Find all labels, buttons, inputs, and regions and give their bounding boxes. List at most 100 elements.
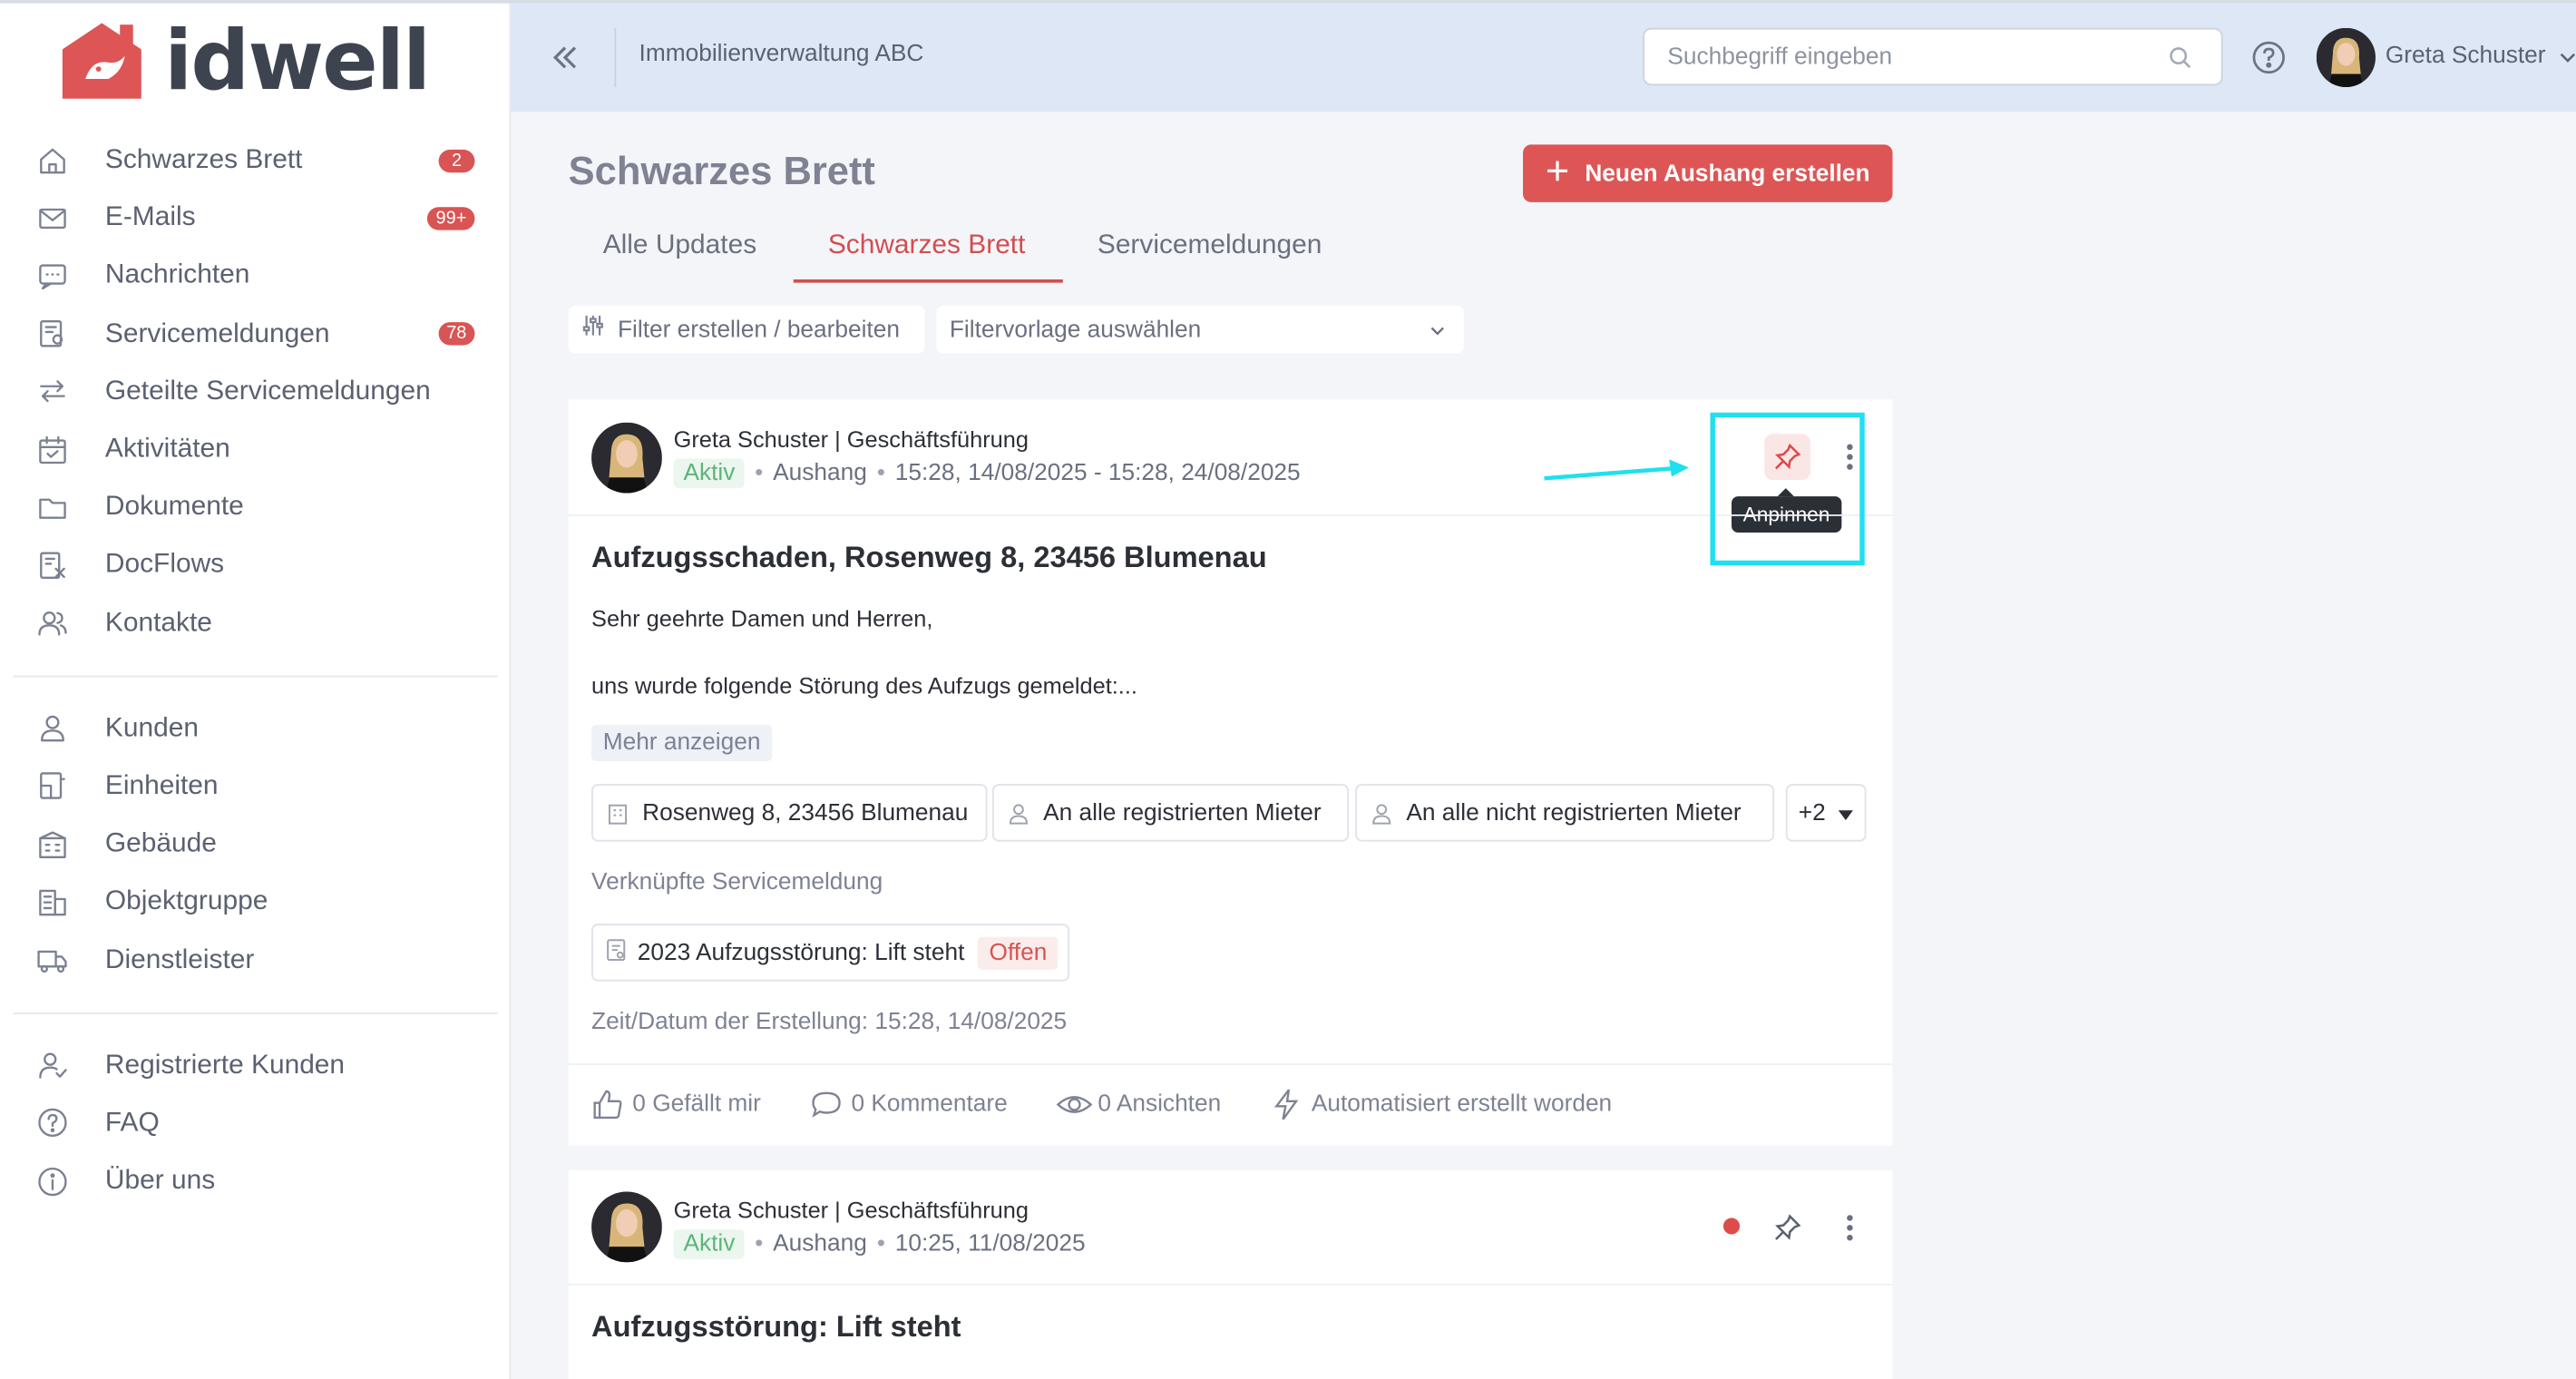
sidebar-item-nachrichten[interactable]: Nachrichten — [0, 247, 511, 305]
meta-separator: • — [876, 460, 885, 487]
docflow-icon — [36, 549, 69, 582]
pin-icon — [1775, 1214, 1801, 1240]
logo-text: idwell — [164, 13, 431, 109]
logo[interactable]: idwell — [59, 13, 431, 109]
author-avatar[interactable] — [591, 1191, 662, 1263]
recipient-chip-unregistered[interactable]: An alle nicht registrierten Mieter — [1355, 784, 1775, 842]
like-button[interactable]: 0 Gefällt mir — [591, 1088, 761, 1120]
share-arrows-icon — [36, 376, 69, 408]
sidebar-item-kunden[interactable]: Kunden — [0, 699, 511, 758]
post-time: 10:25, 11/08/2025 — [894, 1230, 1086, 1257]
post-type: Aushang — [773, 1230, 867, 1257]
post-author: Greta Schuster | Geschäftsführung — [673, 425, 1029, 453]
user-icon — [1007, 801, 1029, 824]
filter-edit-button[interactable]: Filter erstellen / bearbeiten — [568, 305, 925, 354]
linked-service-title: 2023 Aufzugsstörung: Lift steht — [637, 939, 965, 966]
tab-bulletin-board[interactable]: Schwarzes Brett — [828, 230, 1026, 261]
new-notice-label: Neuen Aushang erstellen — [1585, 160, 1870, 187]
sidebar-item-objektgruppe[interactable]: Objektgruppe — [0, 873, 511, 931]
sidebar-item-einheiten[interactable]: Einheiten — [0, 758, 511, 816]
sidebar-item-label: Registrierte Kunden — [104, 1050, 346, 1080]
sidebar-item-dienstleister[interactable]: Dienstleister — [0, 931, 511, 989]
more-recipients-count: +2 — [1798, 799, 1826, 826]
post-type: Aushang — [773, 460, 867, 487]
sidebar-nav: Schwarzes Brett 2 E-Mails 99+ Nachrichten Ser… — [0, 132, 511, 1210]
show-more-button[interactable]: Mehr anzeigen — [591, 724, 773, 761]
sidebar-item-registrierte-kunden[interactable]: Registrierte Kunden — [0, 1037, 511, 1095]
comment-button[interactable]: 0 Kommentare — [810, 1088, 1008, 1120]
registered-user-icon — [36, 1049, 69, 1081]
collapse-sidebar-icon[interactable] — [547, 39, 583, 75]
post-author: Greta Schuster | Geschäftsführung — [673, 1196, 1029, 1223]
sidebar-item-faq[interactable]: FAQ — [0, 1094, 511, 1152]
sidebar-item-label: Servicemeldungen — [104, 318, 330, 348]
mail-icon — [36, 201, 69, 234]
sidebar-item-label: Gebäude — [104, 828, 217, 858]
service-icon — [36, 318, 69, 350]
sidebar-item-label: Kontakte — [104, 607, 212, 638]
sidebar-item-servicemeldungen[interactable]: Servicemeldungen 78 — [0, 305, 511, 363]
chevron-down-icon[interactable] — [2556, 46, 2576, 69]
lightning-icon — [1271, 1088, 1303, 1120]
divider — [568, 1063, 1893, 1065]
tab-all-updates[interactable]: Alle Updates — [603, 230, 756, 261]
status-badge: Aktiv — [673, 1229, 746, 1259]
help-icon[interactable] — [2250, 39, 2287, 75]
sliders-icon — [581, 314, 604, 345]
filter-edit-label: Filter erstellen / bearbeiten — [618, 316, 900, 343]
sidebar-divider — [13, 675, 498, 677]
sidebar-item-gebäude[interactable]: Gebäude — [0, 816, 511, 874]
view-count: 0 Ansichten — [1098, 1090, 1222, 1118]
search-icon[interactable] — [2169, 46, 2191, 69]
sidebar-item-e-mails[interactable]: E-Mails 99+ — [0, 190, 511, 248]
post-title[interactable]: Aufzugsschaden, Rosenweg 8, 23456 Blumen… — [591, 541, 1267, 575]
linked-service-chip[interactable]: 2023 Aufzugsstörung: Lift steht Offen — [591, 924, 1070, 982]
recipient-chip-registered[interactable]: An alle registrierten Mieter — [991, 784, 1349, 842]
sidebar-item-label: Über uns — [104, 1165, 216, 1196]
home-icon — [36, 144, 69, 177]
building-icon — [606, 801, 629, 824]
author-avatar[interactable] — [591, 422, 662, 494]
top-header: Immobilienverwaltung ABC Suchbegriff ein… — [511, 3, 2576, 112]
recipient-chip-building[interactable]: Rosenweg 8, 23456 Blumenau — [591, 784, 988, 842]
sidebar-item-docflows[interactable]: DocFlows — [0, 536, 511, 594]
more-options-icon[interactable] — [1839, 1209, 1861, 1246]
search-box[interactable] — [1643, 27, 2223, 86]
unread-dot — [1722, 1218, 1741, 1235]
contacts-icon — [36, 607, 69, 640]
status-badge: Offen — [977, 935, 1059, 969]
views-indicator: 0 Ansichten — [1057, 1088, 1221, 1120]
linked-service-label: Verknüpfte Servicemeldung — [591, 869, 883, 896]
plus-icon — [1546, 159, 1568, 189]
post-title[interactable]: Aufzugsstörung: Lift steht — [591, 1310, 961, 1345]
sidebar-item-schwarzes-brett[interactable]: Schwarzes Brett 2 — [0, 132, 511, 190]
building-icon — [36, 827, 69, 860]
divider — [568, 514, 1893, 516]
sidebar-item-dokumente[interactable]: Dokumente — [0, 478, 511, 536]
post-body-line: Sehr geehrte Damen und Herren, — [591, 604, 933, 631]
filter-template-select[interactable]: Filtervorlage auswählen — [936, 305, 1464, 354]
sidebar: idwell Schwarzes Brett 2 E-Mails 99+ Nachric… — [0, 0, 512, 1379]
sidebar-item-label: Geteilte Servicemeldungen — [104, 376, 431, 406]
sidebar-item-aktivitäten[interactable]: Aktivitäten — [0, 421, 511, 479]
sidebar-item-kontakte[interactable]: Kontakte — [0, 594, 511, 652]
sidebar-item-geteilte-servicemeldungen[interactable]: Geteilte Servicemeldungen — [0, 363, 511, 421]
new-notice-button[interactable]: Neuen Aushang erstellen — [1522, 144, 1893, 202]
more-recipients-button[interactable]: +2 — [1785, 784, 1867, 842]
user-avatar[interactable] — [2316, 27, 2376, 88]
post-meta: Aktiv • Aushang • 10:25, 11/08/2025 — [673, 1227, 1086, 1260]
count-badge: 2 — [438, 149, 475, 172]
search-input[interactable] — [1644, 29, 2154, 84]
post-body-line: uns wurde folgende Störung des Aufzugs g… — [591, 671, 1137, 699]
pin-button[interactable] — [1764, 1205, 1810, 1251]
tab-service-reports[interactable]: Servicemeldungen — [1098, 230, 1322, 261]
sidebar-divider — [13, 1012, 498, 1014]
user-icon — [36, 712, 69, 745]
sidebar-item-label: Nachrichten — [104, 260, 250, 290]
automation-label: Automatisiert erstellt worden — [1311, 1090, 1613, 1118]
sidebar-item-label: Schwarzes Brett — [104, 144, 303, 175]
sidebar-item-über-uns[interactable]: Über uns — [0, 1152, 511, 1210]
post-actions: 0 Gefällt mir 0 Kommentare 0 Ansichten A… — [591, 1087, 1661, 1123]
sidebar-item-label: Kunden — [104, 712, 199, 743]
user-name[interactable]: Greta Schuster — [2386, 43, 2546, 69]
